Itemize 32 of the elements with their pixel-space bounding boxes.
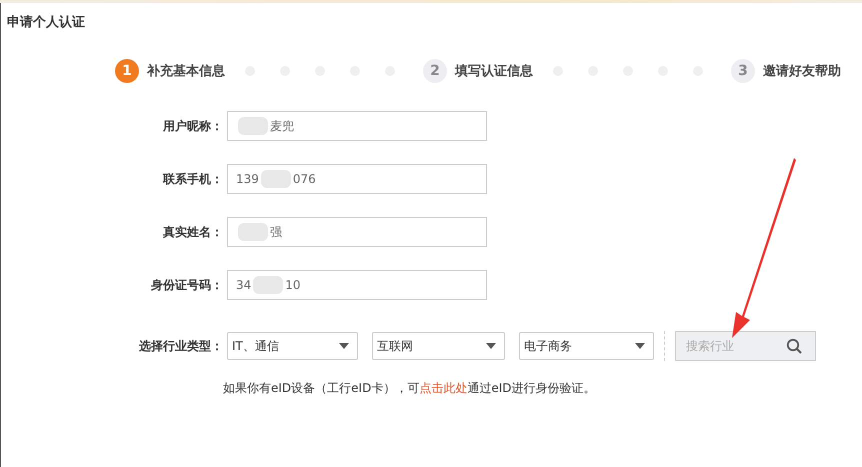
- step-number: 2: [423, 59, 447, 83]
- field-label: 联系手机：: [162, 170, 223, 188]
- field-value: 强: [270, 224, 282, 240]
- dropdown[interactable]: 电子商务: [519, 332, 654, 360]
- input-field[interactable]: 强: [227, 217, 487, 247]
- step-number: 1: [115, 59, 139, 83]
- field-label: 选择行业类型：: [138, 338, 223, 354]
- field-value: 麦兜: [270, 118, 294, 134]
- step-label: 填写认证信息: [455, 63, 533, 80]
- search-icon: [786, 338, 802, 354]
- page-title: 申请个人认证: [6, 14, 86, 32]
- step-number: 3: [731, 59, 755, 83]
- input-field[interactable]: 麦兜: [227, 111, 487, 141]
- click-here-link[interactable]: 点击此处: [419, 381, 468, 395]
- search-field[interactable]: 搜索行业: [675, 331, 816, 361]
- step-label: 邀请好友帮助: [763, 63, 841, 80]
- field-value: 076: [292, 172, 316, 186]
- dropdown[interactable]: 互联网: [372, 332, 505, 360]
- caret-icon: [339, 343, 349, 349]
- field-label: 身份证号码：: [150, 276, 223, 294]
- input-field[interactable]: 139 076: [227, 164, 487, 194]
- field-label: 真实姓名：: [162, 224, 223, 240]
- caret-icon: [486, 343, 496, 349]
- field-value: 10: [285, 278, 301, 292]
- field-label: 用户昵称：: [162, 118, 223, 134]
- step-label: 补充基本信息: [147, 62, 225, 80]
- field-value: 139: [236, 172, 259, 186]
- input-field[interactable]: 34 10: [227, 270, 487, 300]
- field-value: 34: [236, 278, 252, 292]
- caret-icon: [635, 343, 645, 349]
- dropdown[interactable]: IT、通信: [227, 332, 358, 360]
- eid-note: 如果你有eID设备（工行eID卡），可点击此处通过eID进行身份验证。: [223, 380, 596, 397]
